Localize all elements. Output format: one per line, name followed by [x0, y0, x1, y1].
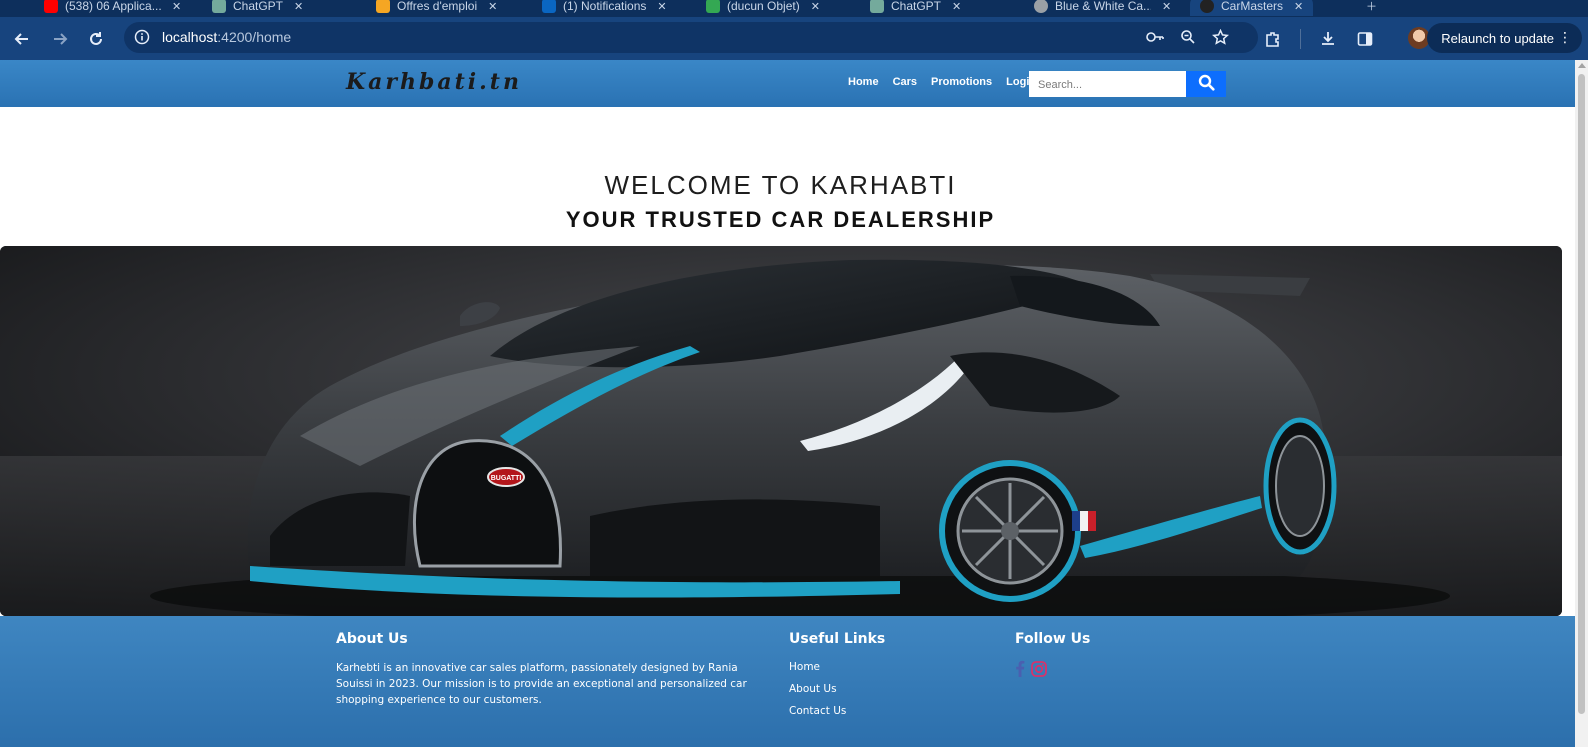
tab-title: ChatGPT: [233, 0, 284, 13]
page-scrollbar[interactable]: [1575, 60, 1588, 747]
menu-dots-icon[interactable]: ⋮: [1558, 29, 1572, 46]
browser-tab[interactable]: ChatGPT ✕: [212, 0, 303, 16]
close-tab-icon[interactable]: ✕: [1294, 0, 1303, 13]
social-links: [1015, 660, 1090, 677]
zoom-icon[interactable]: [1180, 29, 1196, 50]
tab-title: CarMasters: [1221, 0, 1284, 13]
close-tab-icon[interactable]: ✕: [1162, 0, 1171, 13]
footer-link-home[interactable]: Home: [789, 660, 885, 674]
footer-useful-links: Useful Links Home About Us Contact Us: [789, 631, 885, 726]
facebook-icon[interactable]: [1015, 660, 1025, 677]
relaunch-to-update-button[interactable]: Relaunch to update ⋮: [1427, 23, 1582, 53]
back-icon[interactable]: [8, 17, 36, 60]
site-logo[interactable]: Karhbati.tn: [346, 69, 522, 95]
close-tab-icon[interactable]: ✕: [294, 0, 303, 13]
url-path: :4200/home: [217, 29, 292, 45]
browser-tab[interactable]: (ducun Objet) ✕: [706, 0, 820, 16]
linkedin-favicon-icon: [542, 0, 556, 13]
search-button[interactable]: [1186, 71, 1226, 97]
extensions-icon[interactable]: [1259, 17, 1287, 60]
browser-tab[interactable]: Blue & White Ca... ✕: [1034, 0, 1171, 16]
page-viewport: Karhbati.tn Home Cars Promotions Login W…: [0, 60, 1575, 747]
scroll-up-arrow-icon[interactable]: [1578, 63, 1586, 68]
relaunch-label: Relaunch to update: [1441, 30, 1554, 46]
tab-title: (538) 06 Applica...: [65, 0, 161, 13]
tab-title: Blue & White Ca...: [1055, 0, 1151, 13]
carmasters-favicon-icon: [1200, 0, 1214, 13]
mail-favicon-icon: [706, 0, 720, 13]
browser-tab-active[interactable]: CarMasters ✕: [1190, 0, 1314, 16]
site-info-icon[interactable]: [134, 29, 150, 50]
tab-title: Offres d'emploi: [397, 0, 478, 13]
tab-title: ChatGPT: [891, 0, 942, 13]
browser-tab-strip: (538) 06 Applica... ✕ ChatGPT ✕ Offres d'e…: [0, 0, 1588, 17]
close-tab-icon[interactable]: ✕: [811, 0, 820, 13]
scrollbar-thumb[interactable]: [1578, 74, 1585, 714]
youtube-favicon-icon: [44, 0, 58, 13]
nav-link-cars[interactable]: Cars: [893, 76, 917, 88]
footer-follow-title: Follow Us: [1015, 631, 1091, 647]
footer-about-title: About Us: [336, 631, 408, 647]
footer-about-text: Karhebti is an innovative car sales plat…: [336, 662, 747, 706]
site-navbar: Karhbati.tn Home Cars Promotions Login: [0, 60, 1575, 107]
close-tab-icon[interactable]: ✕: [488, 0, 497, 13]
close-tab-icon[interactable]: ✕: [657, 0, 666, 13]
footer-follow: Follow Us: [1015, 631, 1090, 677]
nav-links: Home Cars Promotions Login: [848, 76, 1036, 88]
nav-link-promotions[interactable]: Promotions: [931, 76, 992, 88]
browser-tab[interactable]: (538) 06 Applica... ✕: [44, 0, 181, 16]
password-key-icon[interactable]: [1145, 29, 1165, 50]
close-tab-icon[interactable]: ✕: [172, 0, 181, 13]
search-input[interactable]: [1029, 71, 1186, 97]
browser-tab[interactable]: (1) Notifications ✕: [542, 0, 667, 16]
hero-subtitle: YOUR TRUSTED CAR DEALERSHIP: [565, 207, 996, 232]
reload-icon[interactable]: [82, 17, 110, 60]
tab-title: (1) Notifications: [563, 0, 647, 13]
forward-icon[interactable]: [46, 17, 74, 60]
footer-link-about[interactable]: About Us: [789, 682, 885, 696]
download-icon[interactable]: [1314, 17, 1342, 60]
browser-tab[interactable]: ChatGPT ✕: [870, 0, 961, 16]
plus-icon[interactable]: ＋: [1366, 0, 1377, 14]
search-icon: [1198, 74, 1215, 94]
site-footer: About Us Karhebti is an innovative car s…: [0, 616, 1575, 747]
url-host: localhost: [162, 29, 218, 45]
nav-link-home[interactable]: Home: [848, 76, 879, 88]
hero-heading: WELCOME TO KARHABTI YOUR TRUSTED CAR DEA…: [0, 170, 1561, 233]
chatgpt-favicon-icon: [212, 0, 226, 13]
new-tab-button[interactable]: ＋: [1362, 0, 1377, 16]
footer-about: About Us Karhebti is an innovative car s…: [336, 631, 776, 708]
browser-toolbar: localhost:4200/home Relaunch to update ⋮: [0, 17, 1588, 60]
footer-link-contact[interactable]: Contact Us: [789, 704, 885, 718]
jobs-favicon-icon: [376, 0, 390, 13]
footer-links-title: Useful Links: [789, 631, 886, 647]
url-text[interactable]: localhost:4200/home: [162, 29, 291, 45]
address-bar[interactable]: localhost:4200/home: [124, 22, 1258, 53]
chatgpt-favicon-icon: [870, 0, 884, 13]
toolbar-divider: [1300, 29, 1301, 49]
close-tab-icon[interactable]: ✕: [952, 0, 961, 13]
bookmark-star-icon[interactable]: [1211, 28, 1230, 50]
canva-favicon-icon: [1034, 0, 1048, 13]
tab-title: (ducun Objet): [727, 0, 800, 13]
side-panel-icon[interactable]: [1351, 17, 1379, 60]
bugatti-badge-text: BUGATTI: [491, 475, 522, 482]
browser-tab[interactable]: Offres d'emploi ✕: [376, 0, 497, 16]
instagram-icon[interactable]: [1031, 660, 1047, 677]
hero-title: WELCOME TO KARHABTI: [604, 170, 957, 200]
hero-car-image: BUGATTI: [0, 246, 1562, 616]
